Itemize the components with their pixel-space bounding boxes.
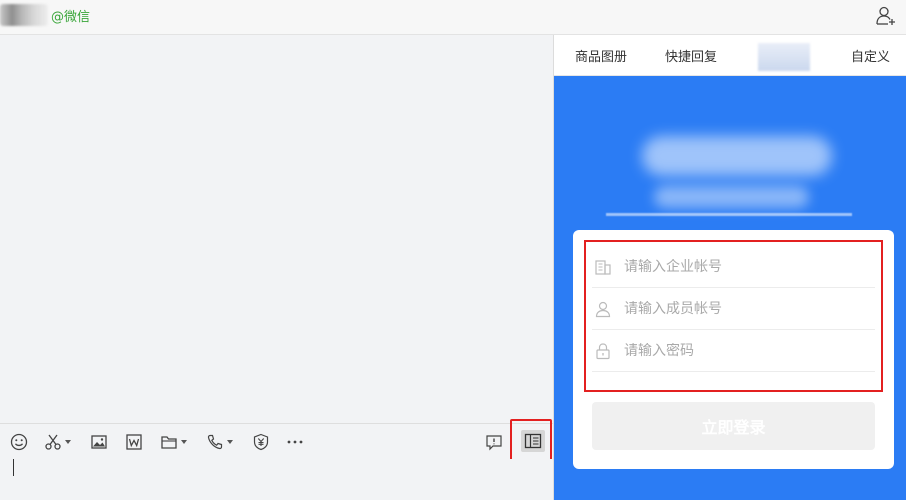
add-user-icon[interactable] <box>875 5 897 27</box>
blurred-brand-title <box>642 136 832 176</box>
more-icon[interactable] <box>286 432 304 452</box>
image-icon[interactable] <box>90 432 108 452</box>
side-panel-icon[interactable] <box>521 430 545 452</box>
message-input[interactable] <box>0 459 553 500</box>
side-panel-body: 立即登录 <box>554 76 906 500</box>
chat-header: @微信 <box>0 0 906 35</box>
password-field[interactable] <box>592 330 875 372</box>
contact-name: @微信 <box>51 10 91 25</box>
login-card: 立即登录 <box>573 230 894 469</box>
login-button[interactable]: 立即登录 <box>592 402 875 450</box>
text-cursor <box>13 459 14 476</box>
highlight-box-login-fields <box>584 240 883 392</box>
password-input[interactable] <box>624 342 864 359</box>
message-area <box>0 35 553 423</box>
contact-avatar[interactable] <box>0 4 48 26</box>
tab-blurred[interactable] <box>758 43 810 71</box>
folder-icon[interactable] <box>160 432 187 452</box>
lock-icon <box>596 342 610 359</box>
member-account-input[interactable] <box>624 300 864 317</box>
chevron-down-icon[interactable] <box>65 440 71 444</box>
chevron-down-icon[interactable] <box>227 440 233 444</box>
blurred-divider <box>606 213 852 216</box>
tab-product-album[interactable]: 商品图册 <box>575 46 627 65</box>
enterprise-account-field[interactable] <box>592 246 875 288</box>
screenshot-scissors-icon[interactable] <box>44 432 71 452</box>
side-panel-tabs: 商品图册 快捷回复 自定义 <box>554 35 906 76</box>
enterprise-account-input[interactable] <box>624 258 864 275</box>
building-icon <box>595 259 611 275</box>
chat-toolbar <box>0 423 553 459</box>
blurred-brand-subtitle <box>654 186 809 208</box>
tab-quick-reply[interactable]: 快捷回复 <box>665 46 717 65</box>
member-account-field[interactable] <box>592 288 875 330</box>
yuan-shield-icon[interactable] <box>252 432 270 452</box>
message-alert-icon[interactable] <box>485 432 503 452</box>
chevron-down-icon[interactable] <box>181 440 187 444</box>
tab-custom[interactable]: 自定义 <box>851 46 890 65</box>
emoji-icon[interactable] <box>10 432 28 452</box>
user-icon <box>595 301 611 317</box>
phone-icon[interactable] <box>206 432 233 452</box>
word-doc-icon[interactable] <box>125 432 143 452</box>
